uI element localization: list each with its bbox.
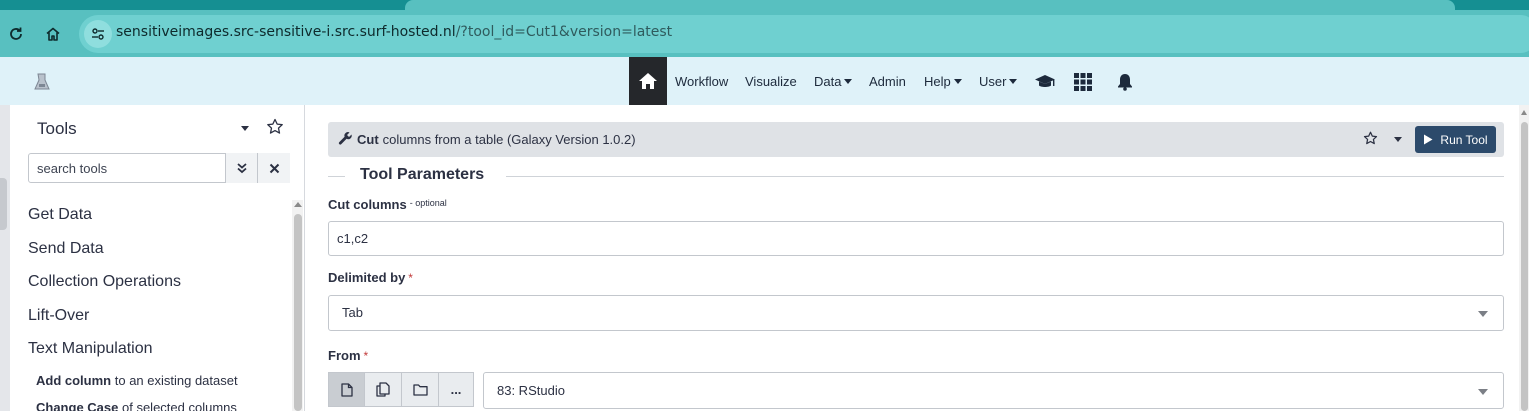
advanced-search-button[interactable] bbox=[225, 153, 258, 183]
activity-bar bbox=[0, 105, 10, 411]
scroll-up-icon[interactable] bbox=[294, 202, 302, 207]
nav-workflow[interactable]: Workflow bbox=[675, 74, 728, 89]
from-dataset-value: 83: RStudio bbox=[497, 383, 565, 398]
nav-data[interactable]: Data bbox=[814, 74, 853, 89]
delimited-by-select[interactable] bbox=[328, 295, 1504, 331]
cut-columns-label-text: Cut columns bbox=[328, 197, 407, 212]
brand-logo-icon[interactable] bbox=[30, 70, 54, 94]
input-source-button-group: ... bbox=[328, 372, 475, 407]
from-label-text: From bbox=[328, 348, 361, 363]
cut-columns-value: c1,c2 bbox=[337, 231, 369, 246]
favorite-star-icon[interactable] bbox=[1363, 131, 1378, 146]
multiple-datasets-button[interactable] bbox=[364, 372, 402, 407]
active-browser-tab[interactable] bbox=[405, 0, 1455, 10]
cut-columns-input[interactable] bbox=[328, 221, 1504, 256]
chevron-down-icon[interactable] bbox=[1478, 389, 1488, 395]
tool-title-description: columns from a table (Galaxy Version 1.0… bbox=[382, 132, 636, 147]
tool-section-text-manipulation[interactable]: Text Manipulation bbox=[28, 340, 153, 358]
clear-search-button[interactable] bbox=[257, 153, 290, 183]
chevron-down-icon[interactable] bbox=[1478, 311, 1488, 317]
tool-section-collection-operations[interactable]: Collection Operations bbox=[28, 273, 181, 291]
tool-add-column[interactable]: Add column to an existing dataset bbox=[36, 373, 238, 388]
graduation-cap-icon[interactable] bbox=[1034, 72, 1056, 92]
more-options-button[interactable]: ... bbox=[438, 372, 474, 407]
chevron-down-icon bbox=[844, 79, 853, 84]
delimited-by-value: Tab bbox=[342, 305, 363, 320]
url-path: /?tool_id=Cut1&version=latest bbox=[455, 24, 673, 40]
reload-icon[interactable] bbox=[4, 22, 28, 46]
delimited-by-label-text: Delimited by bbox=[328, 270, 406, 285]
home-browser-icon[interactable] bbox=[41, 22, 65, 46]
tool-name: Change Case bbox=[36, 400, 119, 411]
chevron-down-icon bbox=[953, 79, 962, 84]
nav-help[interactable]: Help bbox=[924, 74, 962, 89]
tool-section-get-data[interactable]: Get Data bbox=[28, 206, 92, 224]
scroll-up-icon[interactable] bbox=[1521, 110, 1527, 115]
files-icon bbox=[376, 382, 390, 397]
tool-section-lift-over[interactable]: Lift-Over bbox=[28, 307, 89, 325]
tool-title: Cut columns from a table (Galaxy Version … bbox=[357, 132, 636, 147]
star-icon[interactable] bbox=[266, 118, 284, 136]
required-mark: * bbox=[363, 349, 369, 363]
url-host: sensitiveimages.src-sensitive-i.src.surf… bbox=[116, 24, 456, 40]
tool-panel bbox=[12, 105, 305, 411]
tab-strip bbox=[0, 0, 1529, 10]
run-tool-button[interactable]: Run Tool bbox=[1415, 126, 1496, 153]
nav-admin[interactable]: Admin bbox=[869, 74, 906, 89]
tool-options-dropdown[interactable] bbox=[1394, 137, 1402, 142]
chevron-down-icon bbox=[1009, 79, 1018, 84]
from-dataset-select[interactable] bbox=[483, 372, 1504, 409]
required-mark: * bbox=[408, 271, 413, 285]
play-icon bbox=[1424, 134, 1433, 145]
tool-parameters-heading: Tool Parameters bbox=[360, 166, 485, 183]
apps-grid-icon[interactable] bbox=[1072, 72, 1094, 92]
activity-bar-handle[interactable] bbox=[0, 178, 7, 230]
site-info-icon[interactable] bbox=[84, 20, 112, 48]
url-text[interactable]: sensitiveimages.src-sensitive-i.src.surf… bbox=[116, 24, 672, 40]
nav-data-label: Data bbox=[814, 74, 842, 89]
nav-visualize[interactable]: Visualize bbox=[745, 74, 797, 89]
nav-help-label: Help bbox=[924, 74, 951, 89]
divider bbox=[328, 176, 345, 177]
tool-description: of selected columns bbox=[122, 400, 237, 411]
delimited-by-label: Delimited by * bbox=[328, 270, 413, 285]
bell-icon[interactable] bbox=[1114, 72, 1136, 92]
tool-panel-scrollbar-thumb[interactable] bbox=[294, 214, 302, 411]
file-icon bbox=[340, 382, 353, 397]
dataset-collection-button[interactable] bbox=[401, 372, 439, 407]
folder-icon bbox=[412, 384, 428, 396]
cut-columns-label: Cut columns - optional bbox=[328, 197, 447, 212]
tool-panel-title: Tools bbox=[37, 119, 77, 138]
from-label: From * bbox=[328, 348, 368, 363]
tool-title-name: Cut bbox=[357, 132, 379, 147]
wrench-icon bbox=[338, 131, 353, 146]
search-tools-input[interactable] bbox=[29, 154, 225, 182]
single-dataset-button[interactable] bbox=[328, 372, 365, 407]
optional-note: - optional bbox=[409, 198, 447, 208]
center-panel-scrollbar-thumb[interactable] bbox=[1521, 122, 1528, 411]
home-icon[interactable] bbox=[629, 57, 667, 105]
tool-section-send-data[interactable]: Send Data bbox=[28, 240, 104, 258]
chevron-down-icon[interactable] bbox=[241, 126, 249, 131]
tool-description: to an existing dataset bbox=[114, 373, 238, 388]
nav-user[interactable]: User bbox=[979, 74, 1018, 89]
tool-change-case[interactable]: Change Case of selected columns bbox=[36, 400, 237, 411]
nav-user-label: User bbox=[979, 74, 1007, 89]
tool-name: Add column bbox=[36, 373, 112, 388]
divider bbox=[506, 176, 1504, 177]
run-tool-label: Run Tool bbox=[1440, 132, 1488, 147]
